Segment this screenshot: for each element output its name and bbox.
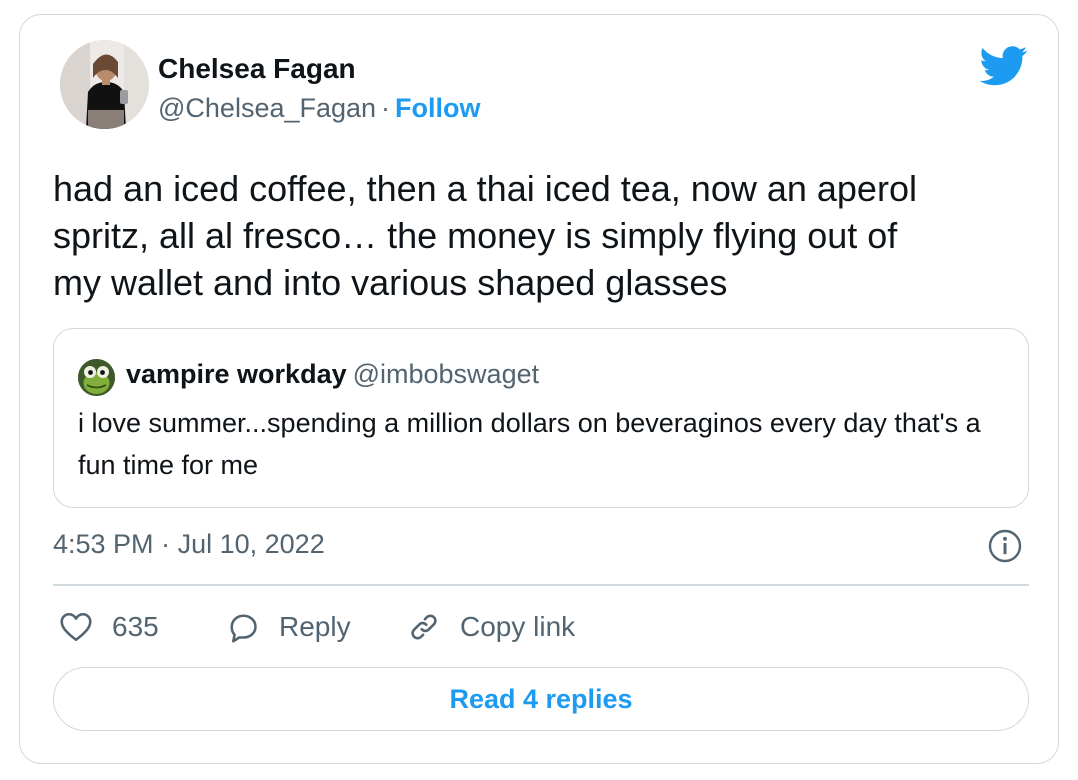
author-handle[interactable]: @Chelsea_Fagan — [158, 93, 376, 123]
follow-link[interactable]: Follow — [395, 93, 480, 123]
read-replies-button[interactable]: Read 4 replies — [53, 667, 1029, 731]
quoted-author-handle: @imbobswaget — [352, 359, 540, 389]
quoted-author-name: vampire workday — [126, 359, 347, 389]
quoted-header: vampire workday @imbobswaget — [126, 359, 539, 390]
reply-button[interactable]: Reply — [225, 607, 351, 647]
tweet-time[interactable]: 4:53 PM — [53, 529, 154, 559]
author-name[interactable]: Chelsea Fagan — [158, 53, 356, 85]
quoted-tweet[interactable]: vampire workday @imbobswaget i love summe… — [53, 328, 1029, 508]
reply-label: Reply — [279, 611, 351, 642]
read-replies-label: Read 4 replies — [449, 683, 633, 714]
author-meta: @Chelsea_Fagan · Follow — [158, 93, 481, 124]
link-icon — [411, 614, 437, 640]
tweet-text: had an iced coffee, then a thai iced tea… — [53, 168, 917, 303]
tweet-date[interactable]: Jul 10, 2022 — [178, 529, 325, 559]
quoted-avatar-photo — [78, 359, 115, 396]
like-button[interactable]: 635 — [58, 607, 159, 647]
info-icon[interactable] — [987, 528, 1023, 564]
quoted-text: i love summer...spending a million dolla… — [78, 408, 981, 480]
separator-dot: · — [381, 93, 391, 123]
twitter-bird-icon[interactable] — [980, 46, 1028, 86]
copy-link-button[interactable]: Copy link — [406, 607, 575, 647]
copy-link-label: Copy link — [460, 611, 576, 642]
timestamp-separator: · — [161, 529, 171, 559]
speech-bubble-icon — [230, 614, 257, 643]
like-count: 635 — [112, 611, 159, 642]
author-avatar[interactable] — [60, 40, 149, 129]
divider — [53, 584, 1029, 586]
quoted-avatar — [78, 359, 115, 396]
tweet-timestamp[interactable]: 4:53 PM · Jul 10, 2022 — [53, 529, 325, 560]
heart-icon — [60, 612, 92, 642]
avatar-photo — [60, 40, 149, 129]
